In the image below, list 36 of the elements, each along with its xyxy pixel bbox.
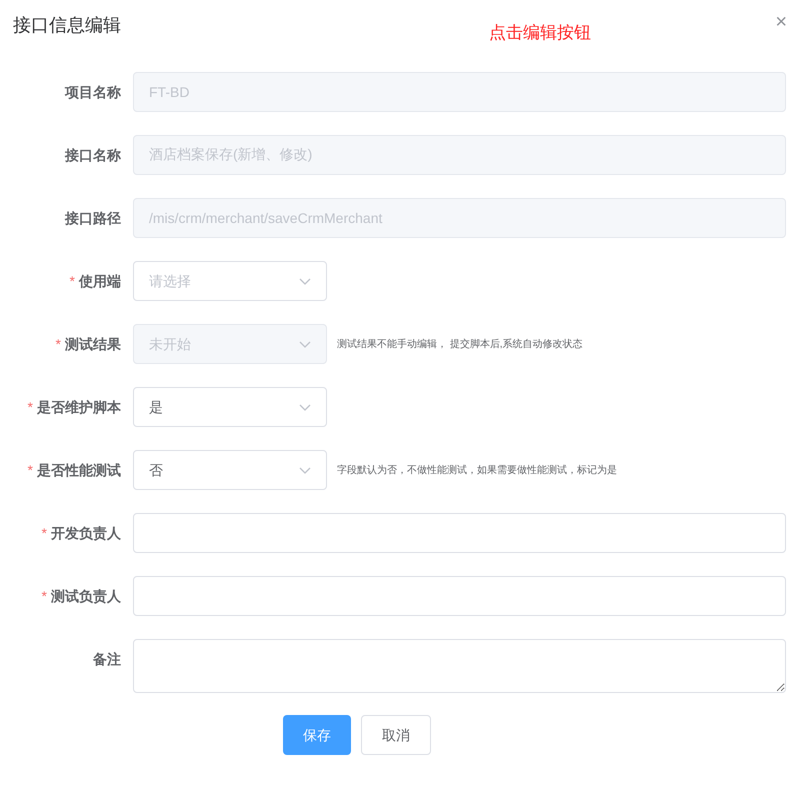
close-button[interactable]: × xyxy=(775,12,787,32)
text-field[interactable] xyxy=(133,513,786,553)
field-label: 项目名称 xyxy=(65,82,121,102)
required-mark: * xyxy=(70,272,75,290)
field-label: 开发负责人 xyxy=(51,524,121,543)
required-mark: * xyxy=(28,460,33,480)
textarea-field[interactable] xyxy=(133,639,786,693)
hint-text: 字段默认为否，不做性能测试，如果需要做性能测试，标记为是 xyxy=(337,466,617,476)
chevron-down-icon xyxy=(299,404,311,410)
field-label: 是否维护脚本 xyxy=(37,398,121,416)
required-mark: * xyxy=(42,524,47,542)
select-field[interactable]: 是 xyxy=(133,387,327,427)
chevron-down-icon xyxy=(299,278,311,284)
field-label: 是否性能测试 xyxy=(37,460,121,480)
required-mark: * xyxy=(28,398,33,416)
select-field[interactable]: 否 xyxy=(133,450,327,490)
required-mark: * xyxy=(42,586,47,606)
field-label: 接口名称 xyxy=(65,146,121,164)
field-label: 使用端 xyxy=(79,272,121,290)
dialog-title: 接口信息编辑 xyxy=(13,14,122,37)
text-field[interactable] xyxy=(133,576,786,616)
chevron-down-icon xyxy=(299,466,311,474)
field-label: 测试负责人 xyxy=(51,586,121,606)
field-label: 测试结果 xyxy=(65,334,121,354)
save-button[interactable]: 保存 xyxy=(283,715,351,755)
required-mark: * xyxy=(56,334,61,354)
select-value: 是 xyxy=(149,398,163,416)
cancel-button[interactable]: 取消 xyxy=(361,715,431,755)
chevron-down-icon xyxy=(299,340,311,348)
select-value: 否 xyxy=(149,460,163,480)
select-field[interactable]: 请选择 xyxy=(133,261,327,301)
hint-text: 测试结果不能手动编辑， 提交脚本后,系统自动修改状态 xyxy=(337,340,583,350)
annotation-text: 点击编辑按钮 xyxy=(489,22,592,44)
field-label: 备注 xyxy=(93,650,121,668)
select-placeholder: 请选择 xyxy=(149,272,191,290)
field-label: 接口路径 xyxy=(65,208,121,228)
